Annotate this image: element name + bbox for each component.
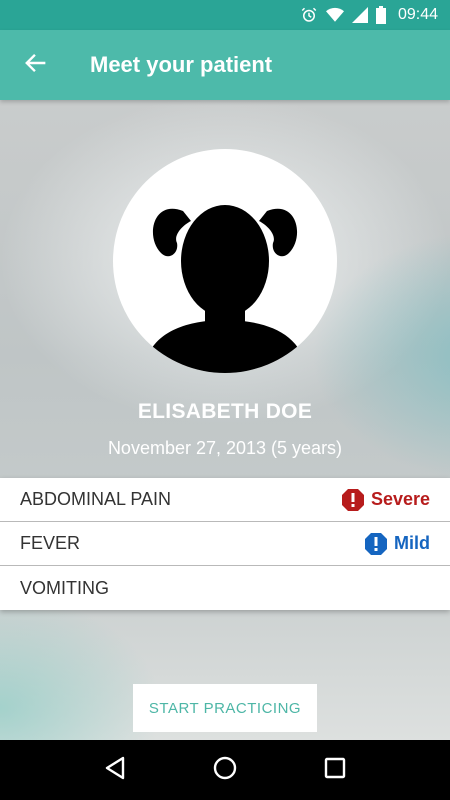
list-item: ABDOMINAL PAIN Severe bbox=[0, 478, 450, 522]
symptom-name: VOMITING bbox=[20, 577, 109, 598]
alert-octagon-icon bbox=[364, 532, 388, 556]
symptom-list: ABDOMINAL PAIN Severe FEVER Mild VOMITIN… bbox=[0, 478, 450, 610]
back-triangle-icon bbox=[104, 756, 126, 785]
wifi-icon bbox=[325, 7, 344, 23]
alert-octagon-icon bbox=[341, 488, 365, 512]
recents-square-icon bbox=[324, 757, 346, 784]
severity-label: Severe bbox=[370, 489, 430, 509]
home-circle-icon bbox=[213, 756, 237, 785]
nav-back-button[interactable] bbox=[95, 750, 135, 790]
battery-icon bbox=[375, 6, 386, 24]
patient-intro-screen: ELISABETH DOE November 27, 2013 (5 years… bbox=[0, 100, 450, 740]
status-bar: 09:44 bbox=[0, 0, 450, 30]
list-item: VOMITING bbox=[0, 566, 450, 610]
girl-silhouette-icon bbox=[143, 205, 307, 373]
system-nav-bar bbox=[0, 740, 450, 800]
patient-birthdate: November 27, 2013 (5 years) bbox=[107, 438, 343, 458]
page-title: Meet your patient bbox=[90, 52, 273, 77]
symptom-name: ABDOMINAL PAIN bbox=[20, 489, 172, 509]
severity-badge: Severe bbox=[341, 488, 430, 512]
alarm-icon bbox=[300, 6, 318, 24]
nav-recents-button[interactable] bbox=[315, 750, 355, 790]
symptom-name: FEVER bbox=[20, 533, 81, 553]
signal-icon bbox=[351, 7, 368, 23]
severity-badge: Mild bbox=[364, 532, 430, 556]
patient-name: ELISABETH DOE bbox=[137, 400, 313, 423]
avatar bbox=[113, 149, 337, 373]
status-time: 09:44 bbox=[397, 6, 438, 23]
nav-home-button[interactable] bbox=[205, 750, 245, 790]
start-practicing-button[interactable]: START PRACTICING bbox=[133, 684, 317, 732]
list-item: FEVER Mild bbox=[0, 522, 450, 566]
severity-label: Mild bbox=[394, 533, 430, 553]
arrow-back-icon bbox=[24, 52, 46, 79]
back-button[interactable] bbox=[0, 30, 70, 100]
app-bar: Meet your patient bbox=[0, 30, 450, 100]
